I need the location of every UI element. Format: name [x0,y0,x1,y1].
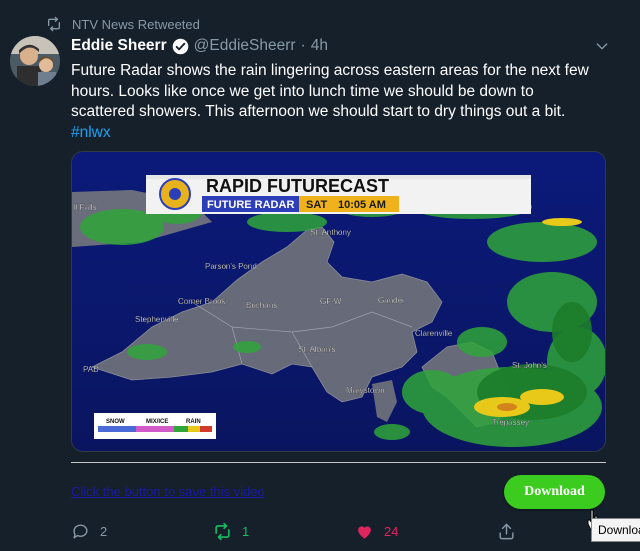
header-separator: · [300,37,306,54]
place-label: Marystown [346,386,385,395]
reply-icon [73,524,88,539]
place-label: Trepassey [492,418,529,427]
banner-time: 10:05 AM [338,199,386,211]
place-label: Clarenville [415,329,453,338]
precip-legend: SNOW MIX/ICE RAIN [94,413,216,439]
place-label: GF-W [320,297,342,306]
banner-title: RAPID FUTURECAST [206,176,389,196]
banner-day: SAT [306,199,327,211]
banner-subtitle: FUTURE RADAR [207,199,294,211]
tweet-body: Future Radar shows the rain lingering ac… [71,62,589,120]
heart-icon [358,526,371,539]
retweet-count: 1 [242,524,250,539]
share-icon [499,523,514,540]
reply-action[interactable]: 2 [71,522,107,541]
radar-map: RAPID FUTURECAST FUTURE RADAR SAT 10:05 … [72,152,605,451]
place-label: PAB [83,365,98,374]
video-player[interactable]: RAPID FUTURECAST FUTURE RADAR SAT 10:05 … [71,151,606,452]
place-label: St. Alban's [298,345,336,354]
place-label: ll Falls [74,203,97,212]
chevron-down-icon[interactable] [594,38,610,54]
place-label: St. Anthony [310,228,351,237]
place-label: Buchans [246,301,277,310]
author-handle[interactable]: @EddieSheerr [194,37,296,55]
download-tooltip: Download [591,518,640,542]
retweet-icon [48,16,60,32]
tweet-header: Eddie Sheerr @EddieSheerr · 4h [71,37,328,55]
place-label: St. John's [512,361,547,370]
share-action[interactable] [497,522,516,541]
place-label: Parson's Pond [205,262,257,271]
like-count: 24 [384,524,399,539]
legend-mix: MIX/ICE [146,419,168,425]
hashtag-link[interactable]: #nlwx [71,124,111,141]
divider [71,462,606,463]
place-label: Corner Brook [178,297,227,306]
download-button[interactable]: Download [504,475,605,509]
retweet-label: NTV News Retweeted [72,16,200,32]
retweet-icon [215,522,230,541]
retweet-context: NTV News Retweeted [46,16,200,32]
like-action[interactable]: 24 [355,522,398,541]
tweet-text: Future Radar shows the rain lingering ac… [71,61,601,143]
reply-count: 2 [100,524,108,539]
place-label: Gander [378,296,405,305]
verified-badge-icon [172,38,188,54]
avatar[interactable] [10,36,60,86]
author-name[interactable]: Eddie Sheerr [71,37,167,55]
save-video-link[interactable]: Click the button to save this video [71,484,265,499]
legend-snow: SNOW [106,419,125,425]
retweet-action[interactable]: 1 [213,522,249,541]
place-label: Stephenville [135,315,179,324]
legend-rain: RAIN [186,419,201,425]
tweet-time[interactable]: 4h [311,37,328,55]
